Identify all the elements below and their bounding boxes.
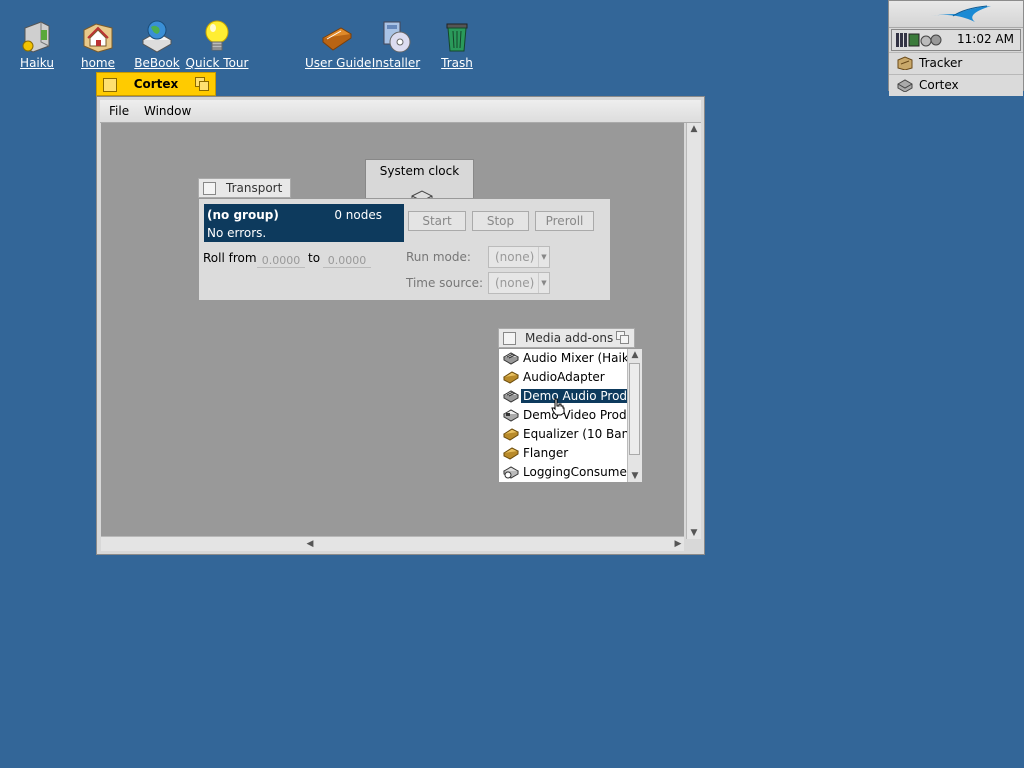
close-button[interactable] <box>203 182 216 195</box>
desktop-icon-quick-tour[interactable]: Quick Tour <box>185 18 249 71</box>
cortex-window-tab[interactable]: Cortex <box>96 72 216 96</box>
vertical-scrollbar[interactable]: ▲ ▼ <box>686 123 701 539</box>
deskbar-team-tracker[interactable]: Tracker <box>889 52 1023 74</box>
menu-file[interactable]: File <box>109 104 129 118</box>
desktop-icon-label: BeBook <box>134 56 180 70</box>
group-name: (no group) <box>207 208 279 222</box>
tracker-icon <box>897 56 913 70</box>
stop-button[interactable]: Stop <box>472 211 529 231</box>
addon-item-label: Flanger <box>523 446 569 460</box>
run-mode-select[interactable]: (none) ▼ <box>488 246 550 268</box>
lightbulb-icon <box>199 18 235 54</box>
deskbar-tray: 11:02 AM <box>891 29 1021 51</box>
menu-bar: File Window <box>100 100 701 123</box>
scroll-left-arrow-icon[interactable]: ◀ <box>304 538 316 550</box>
hand-cursor-icon <box>551 398 565 416</box>
scroll-right-arrow-icon[interactable]: ▶ <box>672 538 684 550</box>
haiku-leaf-icon <box>929 5 991 22</box>
addon-item-label: LoggingConsumer <box>523 465 628 479</box>
start-button[interactable]: Start <box>408 211 466 231</box>
desktop-icon-bebook[interactable]: BeBook <box>125 18 189 71</box>
group-info-box: (no group) 0 nodes No errors. <box>204 204 404 242</box>
mixer-icon <box>503 352 519 365</box>
chevron-down-icon: ▼ <box>538 247 549 267</box>
mixer-icon <box>503 390 519 403</box>
scroll-down-arrow-icon[interactable]: ▼ <box>688 527 700 539</box>
transport-window-tab[interactable]: Transport <box>198 178 291 198</box>
addon-list-scrollbar[interactable]: ▲ ▼ <box>627 349 642 482</box>
addon-item-label: AudioAdapter <box>523 370 605 384</box>
desktop-icon-label: Quick Tour <box>185 56 249 70</box>
installer-cd-icon <box>378 18 414 54</box>
deskbar-team-label: Tracker <box>919 56 963 70</box>
window-title: Media add-ons <box>525 331 614 345</box>
addon-item-label: Audio Mixer (Haiku) <box>523 351 628 365</box>
scroll-up-arrow-icon[interactable]: ▲ <box>629 349 641 361</box>
deskbar-menu-button[interactable] <box>889 1 1023 28</box>
addon-list-item[interactable]: Audio Mixer (Haiku) <box>499 349 628 368</box>
node-count: 0 nodes <box>334 208 382 222</box>
addon-icon <box>503 371 519 384</box>
roll-to-field[interactable]: 0.0000 <box>323 254 371 268</box>
addon-list-item[interactable]: Equalizer (10 Band) <box>499 425 628 444</box>
scroll-down-arrow-icon[interactable]: ▼ <box>629 470 641 482</box>
desktop-icon-label: Haiku <box>20 56 54 70</box>
deskbar-team-cortex[interactable]: Cortex <box>889 74 1023 96</box>
tray-status-icons[interactable] <box>896 32 944 48</box>
desktop-icon-user-guide[interactable]: User Guide <box>305 18 372 71</box>
desktop-icon-haiku[interactable]: Haiku <box>5 18 69 71</box>
desktop-icon-trash[interactable]: Trash <box>425 18 489 71</box>
addon-list-item[interactable]: LoggingConsumer <box>499 463 628 482</box>
chevron-down-icon: ▼ <box>538 273 549 293</box>
addon-icon <box>503 428 519 441</box>
roll-from-label: Roll from <box>203 251 257 265</box>
horizontal-scrollbar[interactable]: ◀ ▶ <box>101 536 684 551</box>
roll-from-field[interactable]: 0.0000 <box>257 254 305 268</box>
addon-list-item[interactable]: Flanger <box>499 444 628 463</box>
bebook-globe-icon <box>139 18 175 54</box>
video-producer-icon <box>503 409 519 422</box>
cortex-icon <box>897 79 913 92</box>
media-addons-window-tab[interactable]: Media add-ons <box>498 328 635 348</box>
desktop-icon-home[interactable]: home <box>66 18 130 71</box>
addon-item-label: Demo Video Produc <box>523 408 628 422</box>
to-label: to <box>308 251 321 265</box>
haiku-drive-icon <box>19 18 55 54</box>
menu-window[interactable]: Window <box>144 104 191 118</box>
preroll-button[interactable]: Preroll <box>535 211 594 231</box>
addon-item-label: Demo Audio Produc <box>521 389 628 403</box>
error-status: No errors. <box>207 226 267 240</box>
user-guide-book-icon <box>319 18 355 54</box>
desktop-icon-label: Trash <box>441 56 473 70</box>
time-source-label: Time source: <box>406 276 484 290</box>
window-title: Transport <box>226 181 283 195</box>
trash-icon <box>439 18 475 54</box>
logging-consumer-icon <box>503 466 519 479</box>
desktop-icon-label: User Guide <box>305 56 372 70</box>
run-mode-value: (none) <box>495 250 535 264</box>
media-addons-window: Audio Mixer (Haiku) AudioAdapter Demo Audi… <box>498 348 643 483</box>
scrollbar-thumb[interactable] <box>629 363 640 455</box>
zoom-button[interactable] <box>616 331 629 344</box>
close-button[interactable] <box>503 332 516 345</box>
addon-item-label: Equalizer (10 Band) <box>523 427 628 441</box>
cortex-window: File Window System clock ▲ ▼ ◀ ▶ <box>96 96 705 555</box>
deskbar-team-label: Cortex <box>919 78 959 92</box>
deskbar: 11:02 AM Tracker Cortex <box>888 0 1024 96</box>
node-label: System clock <box>379 164 460 178</box>
scroll-up-arrow-icon[interactable]: ▲ <box>688 123 700 135</box>
run-mode-label: Run mode: <box>406 250 471 264</box>
time-source-value: (none) <box>495 276 535 290</box>
addon-icon <box>503 447 519 460</box>
desktop-icon-label: home <box>80 56 116 70</box>
addon-list-item[interactable]: AudioAdapter <box>499 368 628 387</box>
deskbar-clock[interactable]: 11:02 AM <box>957 32 1014 46</box>
desktop-icon-label: Installer <box>371 56 421 70</box>
zoom-button[interactable] <box>195 77 209 91</box>
time-source-select[interactable]: (none) ▼ <box>488 272 550 294</box>
home-folder-icon <box>80 18 116 54</box>
transport-window: (no group) 0 nodes No errors. Start Stop… <box>198 198 611 301</box>
desktop-icon-installer[interactable]: Installer <box>364 18 428 71</box>
